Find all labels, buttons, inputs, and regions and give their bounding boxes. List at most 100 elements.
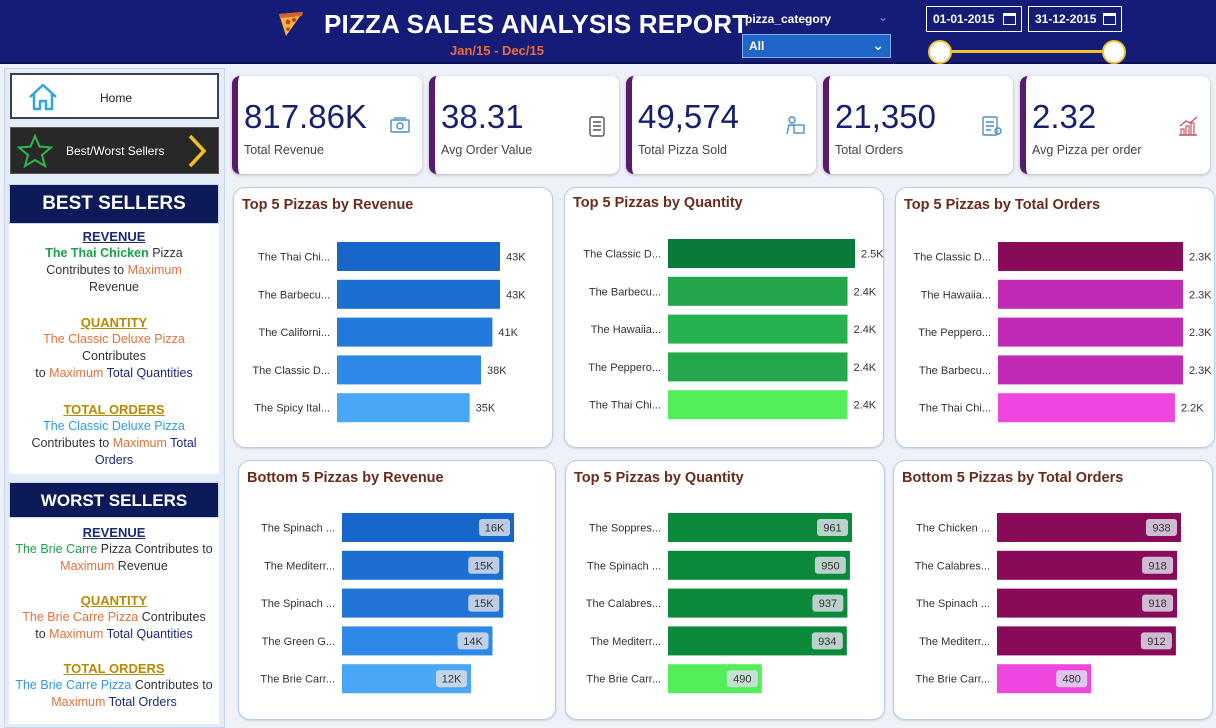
calendar-icon[interactable] bbox=[1103, 13, 1116, 25]
data-label: 43K bbox=[506, 289, 526, 301]
chart-card-bottom-revenue: Bottom 5 Pizzas by Revenue The Spinach .… bbox=[238, 460, 556, 720]
pizza-category-label: pizza_category bbox=[745, 12, 832, 26]
worst-quantity-pizza: The Brie Carre Pizza bbox=[22, 610, 139, 624]
category-label: The Spinach ... bbox=[916, 598, 990, 610]
home-button[interactable]: Home bbox=[10, 73, 219, 119]
chart-card-bottom-quantity: Top 5 Pizzas by Quantity The Soppres... 9… bbox=[565, 460, 885, 720]
chart-bar[interactable] bbox=[337, 279, 500, 309]
chart-bar[interactable] bbox=[668, 390, 848, 420]
category-label: The Brie Carr... bbox=[586, 674, 661, 686]
data-label: 2.2K bbox=[1181, 403, 1204, 415]
chevron-down-icon[interactable]: ⌄ bbox=[878, 10, 888, 24]
worst-revenue-block: REVENUE The Brie Carre Pizza Contributes… bbox=[9, 524, 219, 575]
chart-bar[interactable] bbox=[998, 317, 1183, 347]
best-orders-text: Contributes to bbox=[31, 436, 113, 450]
worst-orders-text: Contributes to bbox=[131, 678, 213, 692]
worst-orders-max: Maximum bbox=[51, 695, 106, 709]
best-revenue-heading: REVENUE bbox=[82, 229, 146, 244]
date-range-start-handle[interactable] bbox=[928, 40, 952, 64]
chart-bar[interactable] bbox=[668, 352, 848, 382]
category-label: The Thai Chi... bbox=[919, 403, 991, 415]
chart-bar[interactable] bbox=[337, 393, 470, 423]
date-range-end-handle[interactable] bbox=[1102, 40, 1126, 64]
best-orders-tail: Total bbox=[166, 436, 197, 450]
data-label: 961 bbox=[823, 523, 841, 535]
chart-bar[interactable] bbox=[998, 355, 1183, 385]
data-label: 15K bbox=[474, 598, 494, 610]
best-quantity-block: QUANTITY The Classic Deluxe Pizza Contri… bbox=[9, 314, 219, 382]
category-label: The Spinach ... bbox=[261, 598, 335, 610]
best-sellers-panel: REVENUE The Thai Chicken Pizza Contribut… bbox=[9, 224, 219, 474]
category-label: The Brie Carr... bbox=[260, 674, 335, 686]
start-date-input[interactable]: 01-01-2015 bbox=[926, 6, 1022, 32]
end-date-input[interactable]: 31-12-2015 bbox=[1028, 6, 1122, 32]
kpi-value: 38.31 bbox=[441, 98, 524, 135]
chart-card-top-quantity: Top 5 Pizzas by Quantity The Classic D..… bbox=[564, 187, 884, 448]
data-label: 41K bbox=[498, 327, 518, 339]
best-orders-pizza: The Classic Deluxe Pizza bbox=[43, 419, 185, 433]
data-label: 16K bbox=[485, 523, 505, 535]
worst-quantity-text: Contributes bbox=[138, 610, 206, 624]
money-icon bbox=[390, 117, 410, 133]
best-worst-sellers-button[interactable]: Best/Worst Sellers bbox=[10, 127, 219, 174]
best-orders-max: Maximum bbox=[112, 436, 167, 450]
kpi-card-total-orders: 21,350 Total Orders bbox=[823, 76, 1013, 174]
data-label: 2.3K bbox=[1189, 327, 1212, 339]
worst-quantity-block: QUANTITY The Brie Carre Pizza Contribute… bbox=[9, 592, 219, 643]
kpi-label: Avg Order Value bbox=[441, 143, 533, 157]
category-label: The Hawaiia... bbox=[921, 289, 991, 301]
chart-bar[interactable] bbox=[337, 355, 482, 385]
data-label: 937 bbox=[819, 598, 837, 610]
star-icon bbox=[17, 134, 53, 168]
data-label: 2.3K bbox=[1189, 289, 1212, 301]
category-label: The Spinach ... bbox=[261, 523, 335, 535]
worst-orders-block: TOTAL ORDERS The Brie Carre Pizza Contri… bbox=[9, 660, 219, 711]
data-label: 2.3K bbox=[1189, 252, 1212, 264]
bottom-orders-bar-chart: The Chicken ... 938 The Calabres... 918 The … bbox=[915, 513, 1181, 694]
best-revenue-text2: Contributes to bbox=[46, 263, 128, 277]
chart-bar[interactable] bbox=[998, 279, 1183, 309]
category-label: The Brie Carr... bbox=[915, 674, 990, 686]
bottom-quantity-bar-chart: The Soppres... 961 The Spinach ... 950 The C… bbox=[586, 513, 852, 694]
chart-bar[interactable] bbox=[668, 276, 848, 306]
start-date-value: 01-01-2015 bbox=[933, 12, 995, 26]
data-label: 43K bbox=[506, 252, 526, 264]
best-revenue-tail: Revenue bbox=[88, 280, 140, 294]
clipboard-icon bbox=[589, 116, 605, 137]
category-label: The Spicy Ital... bbox=[254, 403, 330, 415]
chart-bar[interactable] bbox=[668, 239, 855, 268]
chart-bar[interactable] bbox=[998, 242, 1183, 271]
chart-bar[interactable] bbox=[998, 393, 1175, 423]
calendar-icon[interactable] bbox=[1003, 13, 1016, 25]
data-label: 918 bbox=[1148, 598, 1166, 610]
category-label: The Californi... bbox=[258, 327, 330, 339]
worst-revenue-heading: REVENUE bbox=[82, 525, 146, 540]
category-label: The Soppres... bbox=[589, 523, 661, 535]
top-orders-bar-chart: The Classic D... 2.3K The Hawaiia... 2.3K Th… bbox=[913, 242, 1212, 423]
chart-bar[interactable] bbox=[337, 317, 493, 347]
worst-quantity-heading: QUANTITY bbox=[80, 593, 148, 608]
worst-quantity-max: Maximum bbox=[49, 627, 104, 641]
date-range-slider-track[interactable] bbox=[940, 50, 1114, 53]
data-label: 14K bbox=[463, 636, 483, 648]
kpi-value: 21,350 bbox=[835, 98, 936, 135]
category-label: The Calabres... bbox=[586, 598, 661, 610]
chart-bar[interactable] bbox=[668, 314, 848, 344]
worst-revenue-pizza: The Brie Carre bbox=[15, 542, 98, 556]
category-label: The Mediterr... bbox=[919, 636, 990, 648]
category-label: The Thai Chi... bbox=[589, 400, 661, 412]
order-list-icon bbox=[982, 116, 1002, 136]
category-label: The Green G... bbox=[262, 636, 335, 648]
chart-bar[interactable] bbox=[337, 242, 500, 271]
data-label: 2.4K bbox=[854, 324, 877, 336]
data-label: 38K bbox=[487, 365, 507, 377]
kpi-label: Avg Pizza per order bbox=[1032, 143, 1142, 157]
top-revenue-bar-chart: The Thai Chi... 43K The Barbecu... 43K The C… bbox=[252, 242, 526, 423]
data-label: 938 bbox=[1152, 523, 1170, 535]
pizza-category-dropdown[interactable]: All ⌄ bbox=[742, 34, 891, 58]
report-header: PIZZA SALES ANALYSIS REPORT Jan/15 - Dec… bbox=[0, 0, 1216, 64]
data-label: 2.5K bbox=[861, 249, 884, 261]
end-date-value: 31-12-2015 bbox=[1035, 12, 1097, 26]
delivery-icon bbox=[786, 116, 805, 135]
pizza-category-value: All bbox=[749, 39, 765, 53]
